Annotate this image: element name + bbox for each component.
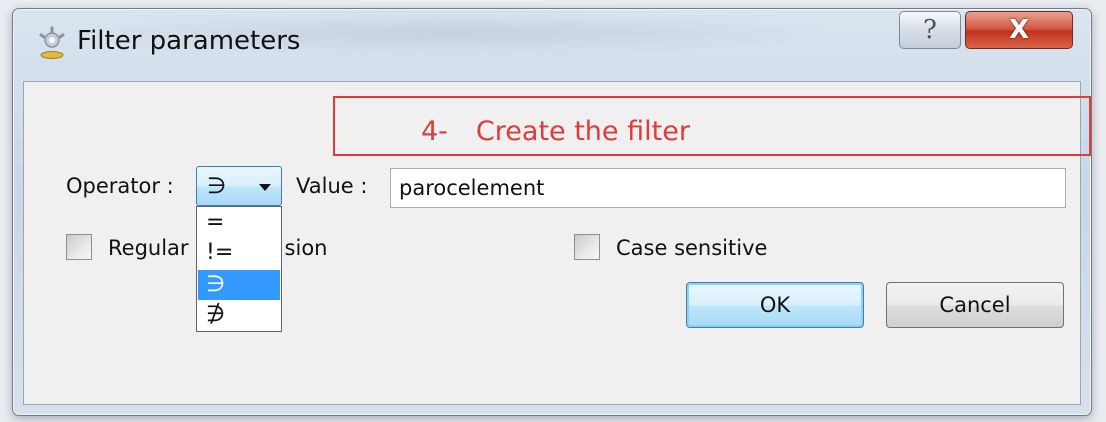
operator-label: Operator : [66, 174, 174, 198]
close-button[interactable]: X [965, 11, 1073, 49]
operator-option-not-contains[interactable]: ∌ [198, 300, 280, 330]
close-icon: X [1008, 15, 1030, 45]
ok-button[interactable]: OK [686, 282, 864, 328]
dialog-window: Filter parameters ? X 4- Create the filt… [12, 8, 1092, 416]
dialog-body: 4- Create the filter Operator : ∋ Value … [23, 81, 1091, 405]
chevron-down-icon [259, 184, 271, 191]
operator-option-equals[interactable]: = [198, 208, 280, 238]
operator-dropdown-list: = != ∋ ∌ [196, 206, 282, 332]
window-title: Filter parameters [77, 26, 301, 56]
annotation-text: Create the filter [475, 115, 690, 147]
app-gear-icon [39, 26, 65, 59]
operator-select[interactable]: ∋ [196, 166, 282, 206]
operator-selected-value: ∋ [207, 174, 227, 199]
value-input[interactable] [390, 168, 1066, 208]
case-sensitive-checkbox[interactable] [574, 234, 600, 260]
help-button[interactable]: ? [899, 11, 961, 49]
help-icon: ? [923, 15, 937, 45]
annotation-callout: 4- Create the filter [333, 96, 1091, 156]
annotation-step-number: 4- [421, 115, 448, 147]
case-sensitive-label: Case sensitive [616, 236, 768, 260]
operator-option-contains[interactable]: ∋ [198, 270, 280, 300]
cancel-button[interactable]: Cancel [886, 282, 1064, 328]
operator-option-not-equals[interactable]: != [198, 238, 280, 268]
value-label: Value : [296, 174, 368, 198]
regex-checkbox[interactable] [66, 234, 92, 260]
